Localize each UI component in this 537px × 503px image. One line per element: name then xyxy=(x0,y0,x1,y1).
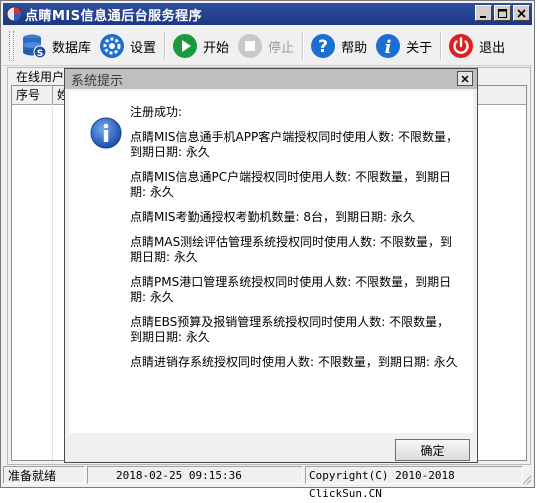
message-line: 点睛EBS预算及报销管理系统授权同时使用人数: 不限数量，到期日期: 永久 xyxy=(130,315,450,344)
message-line: 点睛PMS港口管理系统授权同时使用人数: 不限数量，到期日期: 永久 xyxy=(130,275,452,304)
online-users-label: 在线用户 xyxy=(15,68,66,85)
help-label: 帮助 xyxy=(341,40,368,56)
message-line: 点睛进销存系统授权同时使用人数: 不限数量，到期日期: 永久 xyxy=(130,355,458,369)
column-header-index[interactable]: 序号 xyxy=(12,86,53,104)
message-line: 点睛MIS信息通手机APP客户端授权同时使用人数: 不限数量，到期日期: 永久 xyxy=(130,130,459,159)
dialog-footer: 确定 xyxy=(65,433,477,462)
help-button[interactable]: ? 帮助 xyxy=(307,29,372,63)
dialog-title: 系统提示 xyxy=(71,73,124,89)
exit-label: 退出 xyxy=(479,40,506,56)
status-copyright: Copyright(C) 2010-2018 ClickSun.CN xyxy=(305,466,523,500)
start-label: 开始 xyxy=(203,40,230,56)
about-label: 关于 xyxy=(406,40,433,56)
minimize-button[interactable] xyxy=(475,5,492,21)
toolbar-separator xyxy=(302,32,305,60)
ok-button[interactable]: 确定 xyxy=(395,439,470,461)
toolbar-separator xyxy=(164,32,167,60)
dialog-title-bar: 系统提示 xyxy=(65,69,477,89)
settings-label: 设置 xyxy=(130,40,157,56)
start-button[interactable]: 开始 xyxy=(169,29,234,63)
app-icon xyxy=(6,6,22,22)
database-button[interactable]: S 数据库 xyxy=(18,29,96,63)
window-title: 点睛MIS信息通后台服务程序 xyxy=(25,8,203,24)
about-button[interactable]: i 关于 xyxy=(372,29,437,63)
svg-text:S: S xyxy=(37,49,43,59)
close-button[interactable] xyxy=(513,5,530,21)
toolbar: S 数据库 设置 开始 停止 ? 帮助 i 关于 退出 xyxy=(3,27,532,66)
stop-label: 停止 xyxy=(268,40,295,56)
power-icon xyxy=(449,34,474,58)
toolbar-separator xyxy=(440,32,443,60)
message-line: 点睛MIS信息通PC户端授权同时使用人数: 不限数量，到期日期: 永久 xyxy=(130,170,451,199)
information-icon xyxy=(90,117,122,149)
svg-text:i: i xyxy=(385,37,392,58)
help-icon: ? xyxy=(311,34,336,58)
resize-grip[interactable] xyxy=(520,473,532,485)
status-bar: 准备就绪 2018-02-25 09:15:36 Copyright(C) 20… xyxy=(3,464,532,500)
dialog-body: 注册成功: 点睛MIS信息通手机APP客户端授权同时使用人数: 不限数量，到期日… xyxy=(69,91,473,433)
title-bar: 点睛MIS信息通后台服务程序 xyxy=(3,3,532,25)
toolbar-grip[interactable] xyxy=(9,31,14,61)
status-text: 准备就绪 xyxy=(3,466,85,484)
stop-icon xyxy=(238,34,263,58)
svg-text:?: ? xyxy=(318,37,328,57)
database-label: 数据库 xyxy=(52,40,92,56)
message-line: 注册成功: xyxy=(130,105,183,119)
exit-button[interactable]: 退出 xyxy=(445,29,510,63)
message-line: 点睛MIS考勤通授权考勤机数量: 8台，到期日期: 永久 xyxy=(130,210,415,224)
gear-icon xyxy=(100,34,125,58)
settings-button[interactable]: 设置 xyxy=(96,29,161,63)
dialog-close-button[interactable] xyxy=(457,71,473,86)
play-icon xyxy=(173,34,198,58)
info-icon: i xyxy=(376,34,401,58)
dialog-message: 注册成功: 点睛MIS信息通手机APP客户端授权同时使用人数: 不限数量，到期日… xyxy=(130,105,460,380)
database-icon: S xyxy=(23,34,47,59)
close-icon xyxy=(461,74,469,83)
status-datetime: 2018-02-25 09:15:36 xyxy=(87,466,303,484)
maximize-button[interactable] xyxy=(494,5,511,21)
stop-button[interactable]: 停止 xyxy=(234,29,299,63)
message-line: 点睛MAS测绘评估管理系统授权同时使用人数: 不限数量，到期日期: 永久 xyxy=(130,235,453,264)
system-prompt-dialog: 系统提示 注册成功: 点睛MIS信息通手机APP客户端授权同时使用人数: 不限数… xyxy=(64,68,478,463)
